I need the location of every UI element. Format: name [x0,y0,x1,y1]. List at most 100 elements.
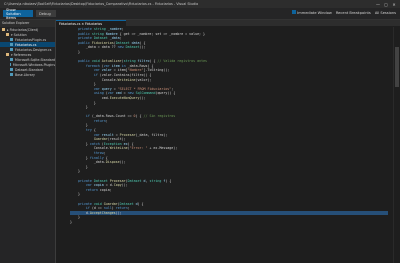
maximize-icon[interactable]: ▢ [383,2,389,7]
code-token: private [70,36,94,41]
code-token: (_data.Rows.Count == [91,114,134,119]
code-token: try [85,128,94,133]
tab-strip: Fiduciarios.cs × Fiduciarios [56,20,400,26]
code-token: string [123,59,138,64]
tree-item-label: Fiduciarios.Designer.cs [15,47,52,52]
immediate-window-toggle[interactable]: Immediate Window [292,10,332,15]
code-token: ) { [139,40,146,45]
code-token: var [85,183,94,188]
code-token: _data [109,36,120,41]
code-token: } [70,164,88,169]
code-token: private [70,27,94,31]
code-token: string [149,178,164,183]
all-sessions-link[interactable]: All Sessions [375,11,396,15]
code-token: + ex.Message); [147,146,178,151]
code-token: cmd. [70,95,110,100]
code-token: ) { [127,141,134,146]
code-token: Dataset [127,178,144,183]
minimize-icon[interactable]: — [375,2,381,7]
code-token: } [70,105,88,110]
scrollbar-thumb[interactable] [395,47,399,87]
code-token: ; [127,206,130,211]
code-token: Dataset [93,36,110,41]
code-token: return [85,187,100,192]
code-token: } [70,169,80,174]
debug-button[interactable]: Debug [36,10,56,17]
file-icon [10,38,13,41]
recent-breakpoints-link[interactable]: Recent Breakpoints [336,11,371,15]
file-icon [10,48,13,51]
file-icon [10,68,13,71]
code-token: } [70,192,80,197]
code-token: _nombre [107,27,122,31]
toolbar: Show Solution Items Debug Immediate Wind… [0,8,400,20]
code-token: result [101,132,116,137]
code-token: private [70,201,94,206]
code-token: } [70,123,88,128]
solution-explorer: Solution Explorer ▸ Fiduciarios(Client) ▾… [0,20,56,263]
tree-item[interactable]: Base.Library [0,72,55,77]
code-line[interactable] [70,252,388,257]
code-token: = item[ [113,68,128,73]
code-token: (valor.Contains(filtro)) { [99,72,152,77]
solution-tree: ▸ Fiduciarios(Client) ▾ Solution Fiduciari… [0,27,55,77]
vertical-scrollbar[interactable] [393,27,400,263]
code-token: d. [70,210,90,215]
code-token: Guardar [103,201,118,206]
code-token: Procesar [109,178,126,183]
code-token: var [93,86,102,91]
code-token: Guardar [93,137,108,142]
code-token: Dataset [115,40,132,45]
tree-item-label: ▾ Solution [11,32,27,37]
code-token: filtro [137,59,150,64]
close-icon[interactable]: ✕ [391,2,397,7]
code-token: (); [115,210,122,215]
code-token: null [103,206,112,211]
code-token: new [127,91,136,96]
code-token: Dataset [119,201,136,206]
code-token: } [70,82,96,87]
code-token: (); [121,183,128,188]
code-token: var [103,63,112,68]
code-token: ) { [165,178,172,183]
code-token: Copy [113,183,122,188]
code-token: AcceptChanges [89,210,116,215]
checkbox-icon [292,10,297,14]
code-token: ; [103,151,106,156]
code-token: Console. [70,77,118,82]
code-token: "SELECT * FROM Fiduciarios" [117,86,172,91]
code-token: void [93,201,104,206]
tree-item-label: Base.Library [15,72,35,77]
file-icon [10,63,11,66]
code-token: var [93,68,102,73]
code-token: public [70,40,92,45]
code-token: Nombre [105,31,120,36]
code-token: } [70,215,80,220]
code-token: (); [119,160,126,165]
code-token: new [117,45,126,50]
code-token: var [93,132,102,137]
code-token: public [70,59,92,64]
code-token: ; [171,86,174,91]
tab-fiduciarios-cs[interactable]: Fiduciarios.cs × Fiduciarios [56,20,126,26]
show-solution-items-button[interactable]: Show Solution Items [3,8,33,20]
code-token: var [107,91,116,96]
code-token: } [70,155,90,160]
code-token: { [105,155,108,160]
code-token: ExecuteNonQuery [109,95,140,100]
code-token: = d. [105,183,114,188]
code-area[interactable]: private string _nombre; public string No… [70,27,388,263]
code-token: } [70,49,80,54]
code-token: ; [121,27,124,31]
code-token: throw [93,151,104,156]
code-token: Exception [103,141,124,146]
code-token: // Valida registros antes [155,59,208,64]
